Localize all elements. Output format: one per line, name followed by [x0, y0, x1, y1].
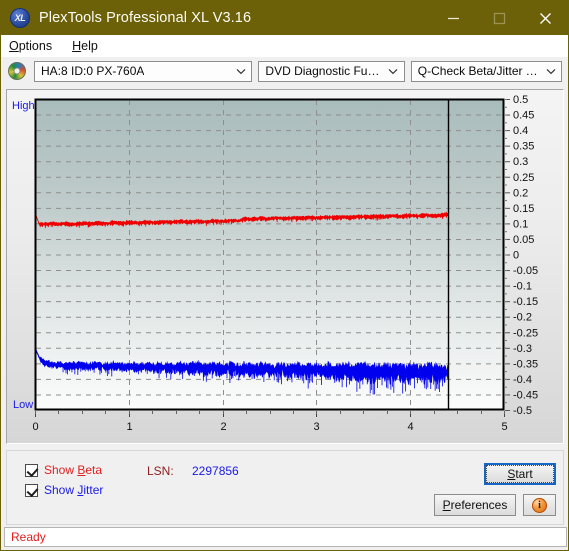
- beta-jitter-plot: 0.5 0.45 0.4 0.35 0.3 0.25 0.2 0.15 0.1 0.05 0 -0.0…: [32, 94, 538, 433]
- svg-text:0.2: 0.2: [513, 187, 528, 199]
- window-controls: [430, 1, 568, 35]
- status-text: Ready: [11, 530, 46, 544]
- plextools-window: XL PlexTools Professional XL V3.16 Optio…: [0, 0, 569, 551]
- svg-text:-0.4: -0.4: [513, 374, 532, 386]
- toolbar: HA:8 ID:0 PX-760A DVD Diagnostic Functio…: [1, 57, 568, 85]
- svg-text:4: 4: [407, 421, 413, 433]
- status-bar: Ready: [4, 527, 567, 547]
- svg-text:-0.45: -0.45: [513, 389, 538, 401]
- svg-text:0.1: 0.1: [513, 218, 528, 230]
- svg-text:5: 5: [501, 421, 507, 433]
- preferences-button[interactable]: Preferences: [434, 494, 516, 516]
- info-icon: i: [532, 497, 547, 513]
- show-jitter-row[interactable]: Show Jitter: [25, 483, 103, 497]
- function-select[interactable]: DVD Diagnostic Functions: [258, 60, 405, 82]
- svg-text:-0.35: -0.35: [513, 358, 538, 370]
- minimize-icon[interactable]: [430, 1, 476, 35]
- drive-select-value: HA:8 ID:0 PX-760A: [41, 64, 145, 78]
- svg-text:0: 0: [32, 421, 38, 433]
- svg-text:0.45: 0.45: [513, 110, 534, 122]
- lsn-value: 2297856: [192, 464, 239, 478]
- start-button[interactable]: Start: [484, 463, 556, 485]
- show-beta-label-pre: Show: [44, 463, 78, 477]
- chevron-down-icon: [232, 68, 249, 75]
- show-jitter-checkbox[interactable]: [25, 483, 38, 497]
- show-jitter-label-pre: Show: [44, 483, 78, 497]
- info-button[interactable]: i: [523, 494, 556, 516]
- show-beta-label-post: eta: [85, 463, 103, 477]
- svg-text:-0.5: -0.5: [513, 405, 532, 417]
- svg-text:-0.05: -0.05: [513, 265, 538, 277]
- show-jitter-label-post: itter: [83, 483, 104, 497]
- control-panel: Show Beta Show Jitter LSN: 2297856 Start…: [6, 450, 564, 525]
- close-icon[interactable]: [522, 1, 568, 35]
- svg-text:-0.25: -0.25: [513, 327, 538, 339]
- svg-text:0.5: 0.5: [513, 94, 528, 106]
- svg-text:-0.3: -0.3: [513, 343, 532, 355]
- preferences-button-mnemonic: P: [442, 498, 451, 512]
- menu-item-options[interactable]: Options: [9, 39, 52, 53]
- menu-item-help[interactable]: Help: [72, 39, 98, 53]
- svg-text:-0.15: -0.15: [513, 296, 538, 308]
- svg-text:-0.1: -0.1: [513, 281, 532, 293]
- window-title: PlexTools Professional XL V3.16: [39, 10, 252, 26]
- svg-text:-0.2: -0.2: [513, 312, 532, 324]
- menu-item-help-rest: elp: [81, 39, 98, 53]
- show-beta-row[interactable]: Show Beta: [25, 463, 102, 477]
- test-select[interactable]: Q-Check Beta/Jitter Test: [410, 60, 562, 82]
- svg-text:1: 1: [126, 421, 132, 433]
- chevron-down-icon: [542, 68, 559, 75]
- show-beta-label: Show Beta: [44, 463, 102, 477]
- app-logo-icon: XL: [10, 8, 30, 28]
- plot-area: 0.5 0.45 0.4 0.35 0.3 0.25 0.2 0.15 0.1 0.05 0 -0.0…: [7, 90, 565, 445]
- start-button-inner: Start: [486, 465, 554, 483]
- svg-text:0.15: 0.15: [513, 203, 534, 215]
- drive-select[interactable]: HA:8 ID:0 PX-760A: [34, 60, 253, 82]
- svg-text:0.05: 0.05: [513, 234, 534, 246]
- show-beta-checkbox[interactable]: [25, 463, 38, 477]
- lsn-label: LSN:: [147, 464, 174, 478]
- preferences-button-label: Preferences: [443, 498, 508, 512]
- chevron-down-icon: [385, 68, 402, 75]
- chart-panel: High Low 0.5 0.45 0.4 0.35 0.3 0.25 0.2 0.15 0.1…: [6, 89, 564, 444]
- show-jitter-label: Show Jitter: [44, 483, 103, 497]
- svg-text:3: 3: [313, 421, 319, 433]
- start-button-mnemonic: S: [507, 467, 516, 481]
- svg-text:2: 2: [220, 421, 226, 433]
- svg-text:0: 0: [513, 250, 519, 262]
- function-select-value: DVD Diagnostic Functions: [265, 64, 384, 78]
- maximize-icon[interactable]: [476, 1, 522, 35]
- start-button-post: tart: [515, 467, 533, 481]
- menu-bar: Options Help: [1, 35, 568, 57]
- svg-text:0.3: 0.3: [513, 156, 528, 168]
- preferences-button-post: references: [450, 498, 508, 512]
- svg-text:0.35: 0.35: [513, 141, 534, 153]
- svg-text:0.25: 0.25: [513, 172, 534, 184]
- test-select-value: Q-Check Beta/Jitter Test: [417, 64, 542, 78]
- optical-disc-icon: [8, 62, 26, 80]
- menu-item-options-rest: ptions: [18, 39, 53, 53]
- window-titlebar: XL PlexTools Professional XL V3.16: [1, 1, 568, 35]
- svg-text:0.4: 0.4: [513, 125, 528, 137]
